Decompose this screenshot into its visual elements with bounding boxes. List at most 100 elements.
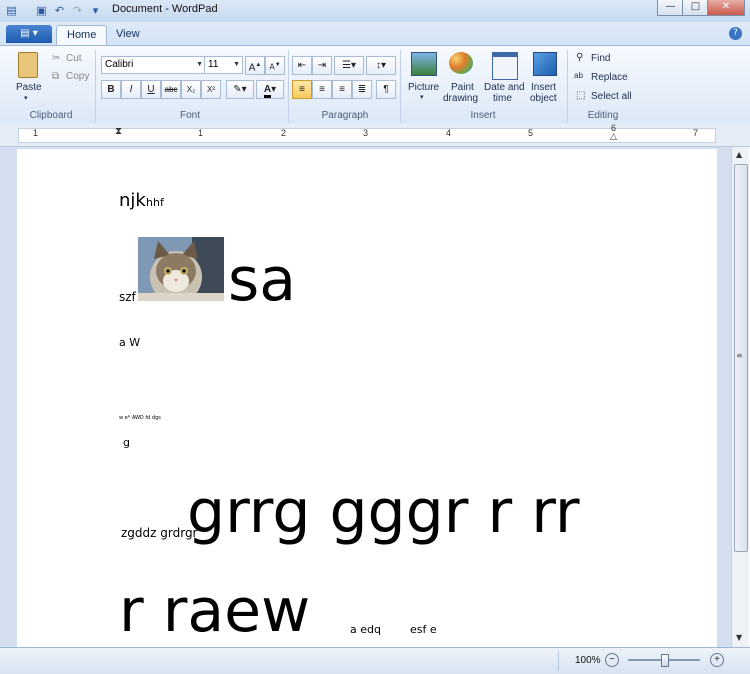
scroll-up-icon[interactable]: ▲ — [736, 150, 742, 159]
wordpad-app-icon[interactable]: ▤ — [4, 3, 19, 18]
align-center-button[interactable]: ≡ — [312, 80, 332, 99]
italic-button[interactable]: I — [121, 80, 141, 99]
ruler-label: 6 — [611, 123, 617, 133]
grip-icon: ≡ — [736, 351, 743, 360]
application-menu-button[interactable]: ▤ ▾ — [6, 25, 52, 43]
list-icon: ☰ — [342, 60, 351, 71]
text-color-icon: A — [263, 84, 272, 98]
ribbon-tabs: ▤ ▾ Home View ? — [0, 22, 750, 45]
paint-drawing-button[interactable]: Paint drawing — [443, 50, 481, 106]
redo-icon[interactable]: ↷ — [70, 3, 85, 18]
paste-label: Paste — [16, 82, 42, 93]
doc-text: hhf — [146, 196, 164, 209]
save-icon[interactable]: ▣ — [34, 3, 49, 18]
decrease-indent-button[interactable]: ⇤ — [292, 56, 312, 75]
minimize-button[interactable]: — — [657, 0, 684, 16]
picture-icon — [411, 52, 437, 76]
customize-qat-icon[interactable]: ▾ — [88, 3, 103, 18]
paste-button[interactable]: Paste ▾ — [8, 50, 48, 106]
indent-marker[interactable]: ⧗ — [115, 126, 122, 137]
tab-view[interactable]: View — [106, 25, 150, 44]
ruler-label: 5 — [528, 128, 534, 138]
justify-button[interactable]: ≣ — [352, 80, 372, 99]
ruler-label: 3 — [363, 128, 369, 138]
doc-text: w e* AWD fd dgs — [119, 415, 161, 421]
align-right-button[interactable]: ≡ — [332, 80, 352, 99]
maximize-button[interactable]: □ — [682, 0, 709, 16]
highlighter-icon: ✎ — [233, 84, 242, 95]
ribbon: Paste ▾ ✂ Cut ⧉ Copy Clipboard Calibri ▼ … — [0, 45, 750, 125]
ruler-label: 2 — [281, 128, 287, 138]
close-button[interactable]: ✕ — [707, 0, 745, 16]
paint-label-2: drawing — [443, 93, 479, 104]
copy-button[interactable]: Copy — [66, 71, 89, 82]
doc-text: r raew — [119, 576, 311, 646]
binoculars-icon: ⚲ — [576, 52, 584, 63]
status-bar: 100% − + — [0, 647, 750, 674]
date-time-button[interactable]: Date and time — [483, 50, 527, 106]
replace-icon: ab — [574, 71, 583, 80]
calendar-clock-icon — [492, 52, 518, 80]
zoom-slider[interactable] — [628, 654, 700, 667]
cut-button[interactable]: Cut — [66, 53, 82, 64]
line-spacing-button[interactable]: ↕▾ — [366, 56, 396, 75]
ruler-label: 1 — [33, 128, 39, 138]
replace-button[interactable]: Replace — [591, 72, 628, 83]
font-family-value: Calibri — [105, 59, 134, 70]
cat-photo-graphic — [138, 237, 224, 301]
vertical-scrollbar[interactable]: ▲ ≡ ▼ — [731, 147, 749, 647]
ruler-label: 4 — [446, 128, 452, 138]
scroll-down-icon[interactable]: ▼ — [736, 633, 742, 642]
insert-object-button[interactable]: Insert object — [528, 50, 562, 106]
paragraph-button[interactable]: ¶ — [376, 80, 396, 99]
help-icon[interactable]: ? — [729, 27, 742, 40]
tab-home[interactable]: Home — [56, 25, 108, 45]
title-bar: ▤ ▣ ↶ ↷ ▾ Document - WordPad — □ ✕ — [0, 0, 750, 23]
right-indent-marker[interactable]: △ — [610, 132, 617, 142]
object-icon — [533, 52, 557, 76]
chevron-down-icon: ▼ — [233, 61, 240, 68]
find-button[interactable]: Find — [591, 53, 610, 64]
paint-label-1: Paint — [451, 82, 474, 93]
undo-icon[interactable]: ↶ — [52, 3, 67, 18]
divider — [95, 50, 96, 122]
divider — [288, 50, 289, 122]
select-all-icon: ⬚ — [576, 90, 586, 101]
text-color-button[interactable]: A▾ — [256, 80, 284, 99]
bullets-button[interactable]: ☰▾ — [334, 56, 364, 75]
select-all-button[interactable]: Select all — [591, 91, 632, 102]
cat-image[interactable] — [138, 237, 224, 301]
superscript-button[interactable]: X² — [201, 80, 221, 99]
increase-indent-button[interactable]: ⇥ — [312, 56, 332, 75]
font-size-select[interactable]: 11 ▼ — [204, 56, 243, 74]
zoom-out-button[interactable]: − — [605, 653, 619, 667]
scrollbar-thumb[interactable]: ≡ — [734, 164, 748, 552]
zoom-slider-thumb[interactable] — [661, 654, 669, 667]
shrink-font-button[interactable]: A▼ — [265, 56, 285, 75]
clipboard-group-label: Clipboard — [29, 110, 73, 121]
grow-font-button[interactable]: A▲ — [245, 56, 265, 75]
align-left-button[interactable]: ≡ — [292, 80, 312, 99]
doc-text: njk — [119, 190, 146, 211]
ruler[interactable]: 1 ⧗ 1 2 3 4 5 △ 6 7 — [0, 123, 750, 147]
bold-button[interactable]: B — [101, 80, 121, 99]
picture-label: Picture — [408, 82, 440, 93]
object-label-1: Insert — [531, 82, 557, 93]
subscript-button[interactable]: X₂ — [181, 80, 201, 99]
document-page[interactable]: njk hhf szf sa a W w e* AWD fd dgs g zgd… — [17, 149, 717, 647]
highlight-color-button[interactable]: ✎▾ — [226, 80, 254, 99]
doc-text: g — [123, 436, 130, 449]
ruler-label: 7 — [693, 128, 699, 138]
font-family-select[interactable]: Calibri ▼ — [101, 56, 206, 74]
zoom-level: 100% — [575, 655, 601, 666]
paragraph-group-label: Paragraph — [321, 110, 369, 121]
object-label-2: object — [530, 93, 557, 104]
chevron-down-icon: ▼ — [196, 61, 203, 68]
underline-button[interactable]: U — [141, 80, 161, 99]
zoom-in-button[interactable]: + — [710, 653, 724, 667]
insert-picture-button[interactable]: Picture ▾ — [405, 50, 441, 106]
strikethrough-button[interactable]: abc — [161, 80, 181, 99]
clipboard-icon — [18, 52, 38, 78]
divider — [567, 50, 568, 122]
doc-text: a W — [119, 336, 141, 349]
